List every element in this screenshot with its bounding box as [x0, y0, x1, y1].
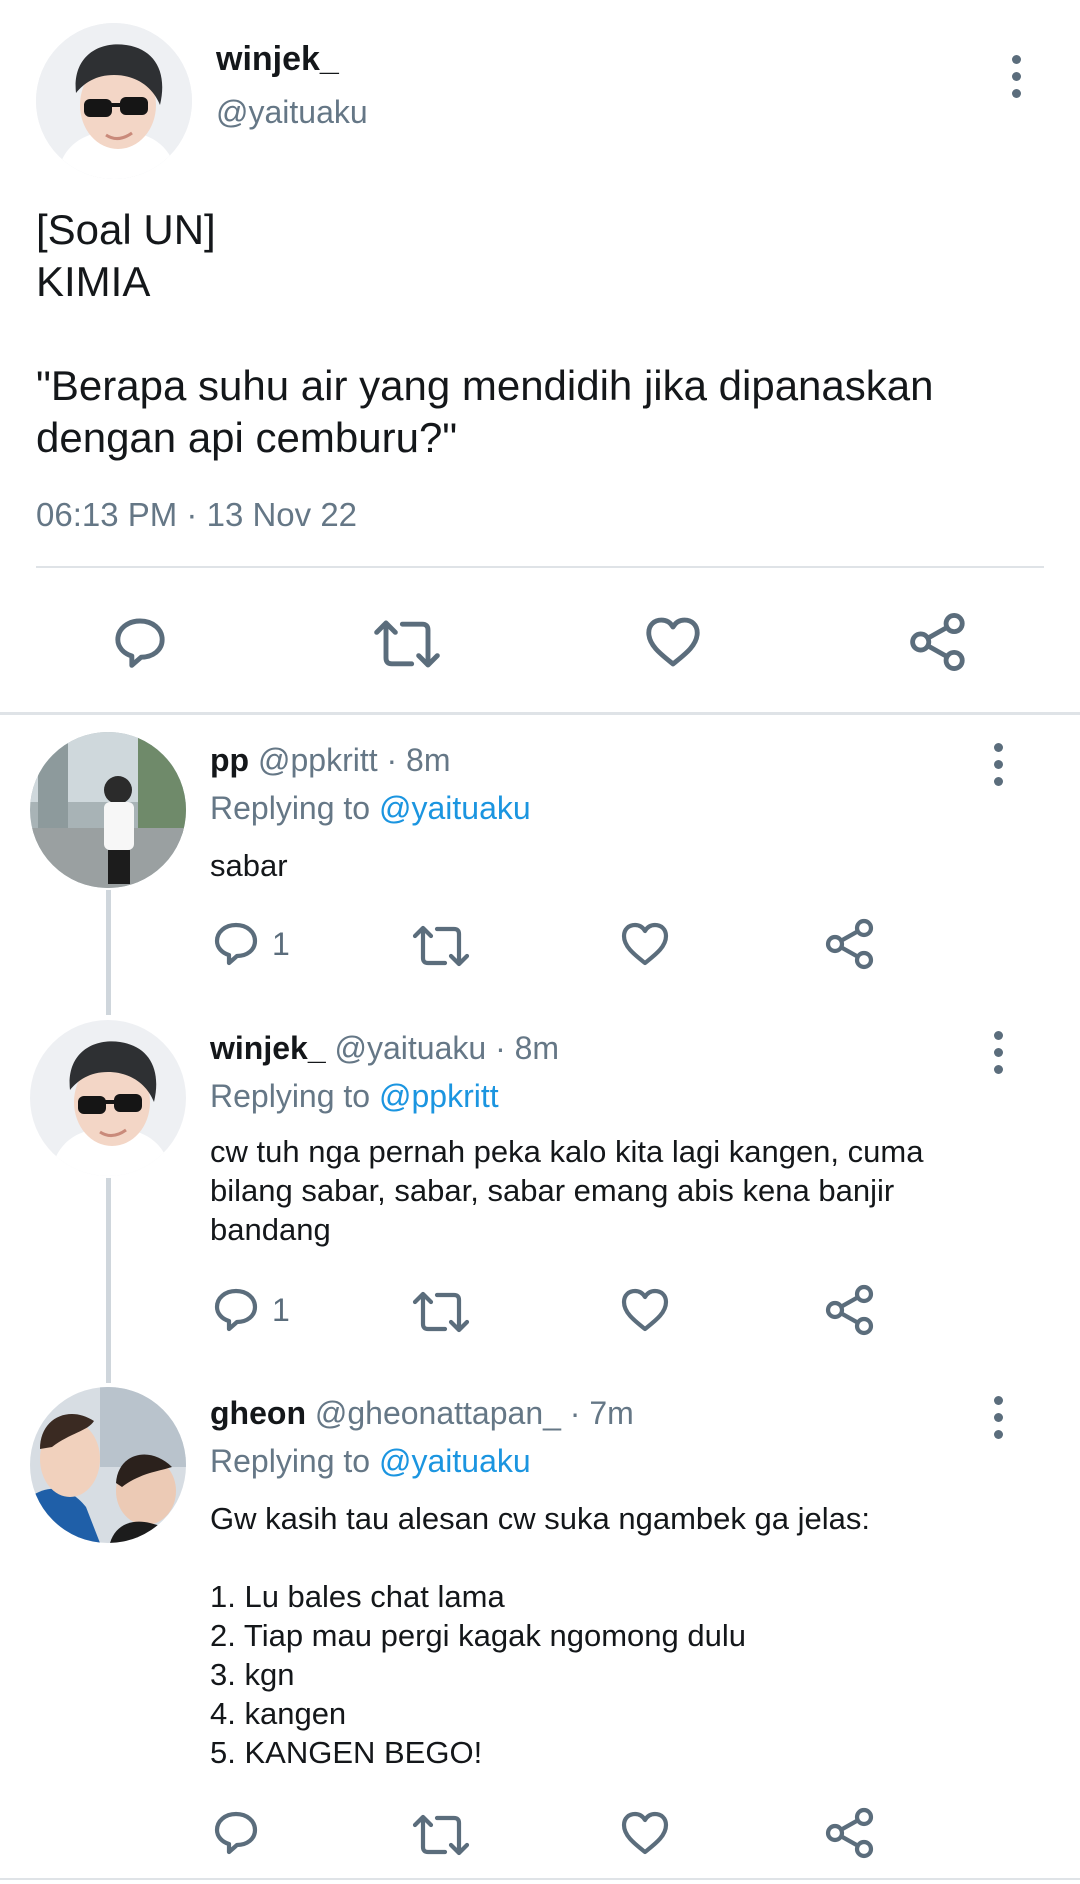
more-options-button[interactable]: [992, 1396, 1004, 1439]
tweet-time: 06:13 PM: [36, 496, 178, 533]
replying-label: Replying to: [210, 790, 371, 826]
reply-text: sabar: [210, 848, 288, 883]
replying-to: Replying to @yaituaku: [210, 790, 531, 827]
share-button[interactable]: [824, 1807, 876, 1859]
replying-to-link[interactable]: @ppkritt: [379, 1078, 499, 1114]
thread-line: [106, 890, 111, 1015]
heart-icon: [619, 1286, 671, 1334]
section-divider: [0, 712, 1080, 715]
heart-icon: [619, 920, 671, 968]
more-options-button[interactable]: [1010, 55, 1022, 98]
replying-to-link[interactable]: @yaituaku: [379, 1443, 531, 1479]
retweet-button[interactable]: [411, 1288, 471, 1336]
speech-bubble-icon: [212, 1285, 260, 1333]
speech-bubble-icon: [112, 614, 168, 670]
avatar[interactable]: [36, 23, 192, 179]
share-icon: [908, 612, 968, 672]
reply-button[interactable]: [212, 1285, 260, 1333]
more-options-button[interactable]: [992, 1031, 1004, 1074]
heart-icon: [619, 1809, 671, 1857]
separator-dot: ·: [495, 1030, 506, 1066]
avatar[interactable]: [30, 1387, 186, 1543]
tweet-date: 13 Nov 22: [206, 496, 358, 533]
speech-bubble-icon: [212, 919, 260, 967]
tweet-text: [Soal UN] KIMIA "Berapa suhu air yang me…: [36, 206, 934, 461]
replying-label: Replying to: [210, 1078, 371, 1114]
replying-to-link[interactable]: @yaituaku: [379, 790, 531, 826]
retweet-button[interactable]: [411, 922, 471, 970]
author-name[interactable]: winjek_: [216, 40, 339, 79]
separator-dot: ·: [386, 742, 398, 778]
retweet-button[interactable]: [411, 1811, 471, 1859]
replying-label: Replying to: [210, 1443, 371, 1479]
avatar[interactable]: [30, 732, 186, 888]
author-handle[interactable]: @gheonattapan_: [315, 1395, 561, 1431]
vertical-dots-icon: [993, 1031, 1003, 1040]
avatar-image: [30, 1020, 186, 1176]
separator-dot: ·: [569, 1395, 581, 1431]
author-handle[interactable]: @ppkritt: [258, 742, 378, 778]
separator-dot: ·: [186, 496, 198, 533]
speech-bubble-icon: [212, 1808, 260, 1856]
more-options-button[interactable]: [992, 743, 1004, 786]
retweet-icon: [411, 1811, 471, 1859]
avatar[interactable]: [30, 1020, 186, 1176]
like-button[interactable]: [619, 1286, 671, 1334]
author-handle[interactable]: @yaituaku: [335, 1030, 487, 1066]
tweet-timestamp: 06:13 PM · 13 Nov 22: [36, 496, 357, 534]
reply-age: 8m: [514, 1030, 560, 1066]
share-icon: [824, 1807, 876, 1859]
like-button[interactable]: [619, 920, 671, 968]
author-name[interactable]: pp: [210, 742, 249, 778]
thread-line: [106, 1178, 111, 1383]
retweet-icon: [372, 616, 442, 672]
author-name[interactable]: gheon: [210, 1395, 306, 1431]
like-button[interactable]: [643, 614, 703, 670]
retweet-button[interactable]: [372, 616, 442, 672]
share-button[interactable]: [908, 612, 968, 672]
retweet-icon: [411, 922, 471, 970]
replying-to: Replying to @yaituaku: [210, 1443, 531, 1480]
author-handle[interactable]: @yaituaku: [216, 94, 368, 131]
avatar-image: [36, 23, 192, 179]
share-button[interactable]: [824, 1284, 876, 1336]
share-icon: [824, 918, 876, 970]
reply-text: cw tuh nga pernah peka kalo kita lagi ka…: [210, 1134, 924, 1247]
reply-button[interactable]: [212, 919, 260, 967]
retweet-icon: [411, 1288, 471, 1336]
reply-count: 1: [272, 926, 290, 962]
bottom-divider: [0, 1878, 1080, 1880]
reply-header: pp @ppkritt · 8m: [210, 742, 451, 779]
vertical-dots-icon: [1011, 55, 1021, 64]
reply-button[interactable]: [212, 1808, 260, 1856]
reply-age: 8m: [406, 742, 451, 778]
reply-header: winjek_ @yaituaku · 8m: [210, 1030, 559, 1067]
avatar-image: [30, 1387, 186, 1543]
replying-to: Replying to @ppkritt: [210, 1078, 499, 1115]
avatar-image: [30, 732, 186, 888]
reply-header: gheon @gheonattapan_ · 7m: [210, 1395, 634, 1432]
reply-count: 1: [272, 1292, 290, 1328]
author-name[interactable]: winjek_: [210, 1030, 326, 1066]
share-button[interactable]: [824, 918, 876, 970]
like-button[interactable]: [619, 1809, 671, 1857]
reply-age: 7m: [589, 1395, 634, 1431]
vertical-dots-icon: [993, 743, 1003, 752]
heart-icon: [643, 614, 703, 670]
divider: [36, 566, 1044, 568]
vertical-dots-icon: [993, 1396, 1003, 1405]
share-icon: [824, 1284, 876, 1336]
reply-button[interactable]: [112, 614, 168, 670]
reply-text: Gw kasih tau alesan cw suka ngambek ga j…: [210, 1501, 870, 1770]
